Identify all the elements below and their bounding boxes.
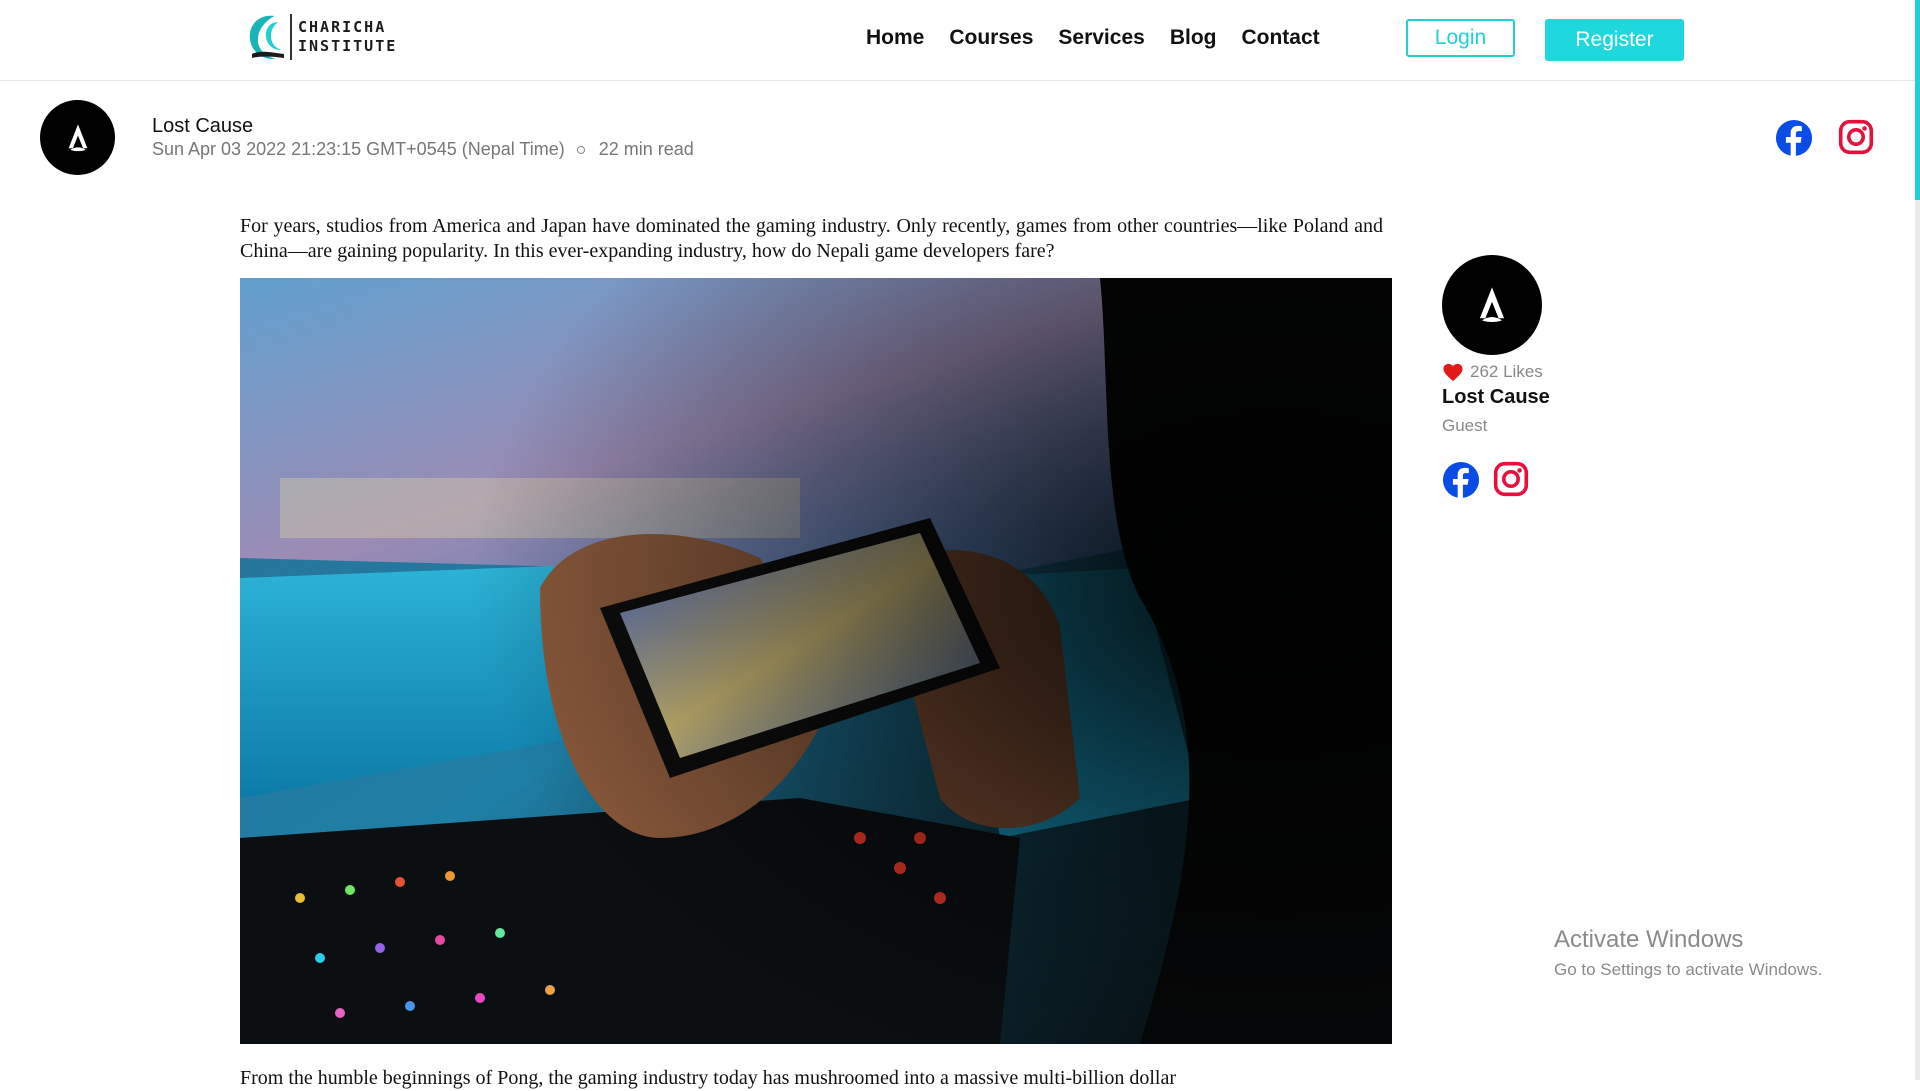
brand-line-1: CHARICHA	[298, 18, 387, 36]
facebook-icon	[1442, 461, 1480, 499]
login-button[interactable]: Login	[1406, 19, 1515, 57]
meta-separator	[576, 145, 585, 154]
article-hero-image	[240, 278, 1392, 1044]
assassin-logo-icon	[68, 123, 87, 151]
sidebar-author-role: Guest	[1442, 416, 1488, 435]
facebook-share-link[interactable]	[1775, 119, 1813, 157]
activate-windows-subtitle: Go to Settings to activate Windows.	[1554, 960, 1823, 979]
author-name[interactable]: Lost Cause	[152, 115, 253, 138]
nav-blog[interactable]: Blog	[1170, 26, 1217, 50]
likes-counter[interactable]: 262 Likes	[1442, 362, 1543, 382]
logo-divider	[290, 14, 292, 60]
author-avatar[interactable]	[40, 100, 115, 175]
article-intro: For years, studios from America and Japa…	[240, 215, 1383, 262]
gaming-photo-illustration	[240, 278, 1392, 1044]
sidebar-instagram-link[interactable]	[1493, 461, 1529, 502]
post-date: Sun Apr 03 2022 21:23:15 GMT+0545 (Nepal…	[152, 139, 565, 159]
article-next-paragraph: From the humble beginnings of Pong, the …	[240, 1067, 1177, 1089]
main-nav: Home Courses Services Blog Contact	[866, 26, 1345, 50]
nav-services[interactable]: Services	[1058, 26, 1144, 50]
facebook-icon	[1775, 119, 1813, 157]
heart-icon	[1443, 363, 1463, 382]
site-header: CHARICHA INSTITUTE Home Courses Services…	[0, 0, 1915, 81]
scrollbar-thumb[interactable]	[1915, 0, 1920, 200]
page-scrollbar[interactable]	[1915, 0, 1920, 1080]
nav-courses[interactable]: Courses	[949, 26, 1033, 50]
assassin-logo-icon	[1479, 287, 1505, 323]
instagram-icon	[1838, 119, 1874, 155]
sidebar-author-avatar[interactable]	[1442, 255, 1542, 355]
brand-mark-icon	[249, 15, 284, 60]
nav-contact[interactable]: Contact	[1241, 26, 1319, 50]
sidebar-author-name[interactable]: Lost Cause	[1442, 386, 1550, 409]
instagram-icon	[1493, 461, 1529, 497]
brand-line-2: INSTITUTE	[298, 37, 398, 55]
register-button[interactable]: Register	[1545, 19, 1684, 61]
brand-wordmark: CHARICHA INSTITUTE	[298, 18, 397, 56]
brand-logo[interactable]: CHARICHA INSTITUTE	[244, 10, 397, 64]
likes-count: 262 Likes	[1470, 362, 1543, 381]
activate-windows-title: Activate Windows	[1554, 926, 1744, 953]
post-meta: Sun Apr 03 2022 21:23:15 GMT+0545 (Nepal…	[152, 139, 694, 160]
nav-home[interactable]: Home	[866, 26, 924, 50]
instagram-share-link[interactable]	[1838, 119, 1874, 155]
read-time: 22 min read	[598, 139, 694, 159]
sidebar-facebook-link[interactable]	[1442, 461, 1480, 504]
